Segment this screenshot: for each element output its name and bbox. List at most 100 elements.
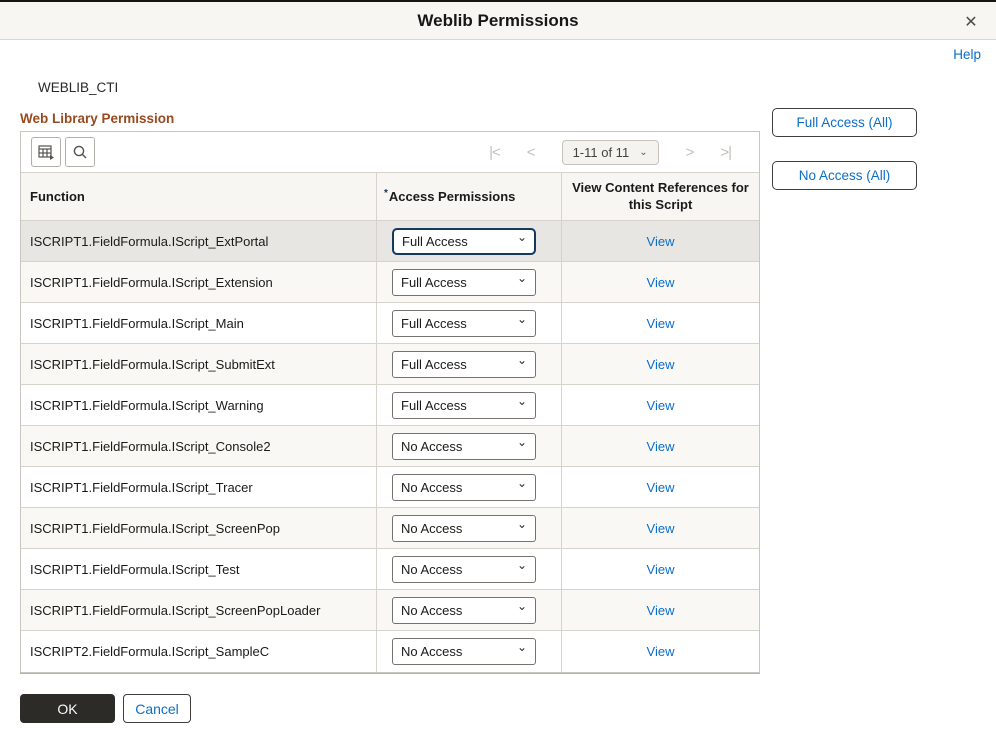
function-cell: ISCRIPT1.FieldFormula.IScript_ScreenPopL… bbox=[21, 590, 376, 630]
access-cell: No Access bbox=[376, 467, 561, 507]
access-permission-select[interactable]: No Access bbox=[392, 597, 536, 624]
view-cell: View bbox=[561, 590, 759, 630]
access-permission-select[interactable]: Full Access bbox=[392, 310, 536, 337]
function-cell: ISCRIPT1.FieldFormula.IScript_Test bbox=[21, 549, 376, 589]
view-cell: View bbox=[561, 508, 759, 548]
header-function: Function bbox=[21, 173, 376, 220]
access-permission-select[interactable]: Full Access bbox=[392, 228, 536, 255]
access-select-wrap: No Access bbox=[392, 556, 536, 583]
table-row: ISCRIPT1.FieldFormula.IScript_Console2 N… bbox=[21, 426, 759, 467]
access-permission-select[interactable]: No Access bbox=[392, 515, 536, 542]
view-cell: View bbox=[561, 262, 759, 302]
pagination-range-label: 1-11 of 11 bbox=[573, 145, 630, 160]
full-access-all-button[interactable]: Full Access (All) bbox=[772, 108, 917, 137]
access-cell: No Access bbox=[376, 508, 561, 548]
view-cell: View bbox=[561, 221, 759, 261]
section-title: Web Library Permission bbox=[20, 111, 174, 126]
access-cell: No Access bbox=[376, 590, 561, 630]
ok-button[interactable]: OK bbox=[20, 694, 115, 723]
view-link[interactable]: View bbox=[647, 562, 675, 577]
function-cell: ISCRIPT1.FieldFormula.IScript_Main bbox=[21, 303, 376, 343]
table-row: ISCRIPT1.FieldFormula.IScript_Extension … bbox=[21, 262, 759, 303]
access-cell: No Access bbox=[376, 631, 561, 672]
pagination-next-icon[interactable]: > bbox=[686, 144, 694, 161]
access-select-wrap: No Access bbox=[392, 474, 536, 501]
view-cell: View bbox=[561, 426, 759, 466]
access-select-wrap: Full Access bbox=[392, 228, 536, 255]
header-access-label: Access Permissions bbox=[389, 189, 515, 204]
view-link[interactable]: View bbox=[647, 398, 675, 413]
grid-search-button[interactable] bbox=[65, 137, 95, 167]
access-permission-select[interactable]: No Access bbox=[392, 638, 536, 665]
view-link[interactable]: View bbox=[647, 275, 675, 290]
access-cell: Full Access bbox=[376, 221, 561, 261]
function-cell: ISCRIPT1.FieldFormula.IScript_ExtPortal bbox=[21, 221, 376, 261]
access-permission-select[interactable]: Full Access bbox=[392, 392, 536, 419]
function-cell: ISCRIPT1.FieldFormula.IScript_ScreenPop bbox=[21, 508, 376, 548]
view-link[interactable]: View bbox=[647, 316, 675, 331]
table-row: ISCRIPT1.FieldFormula.IScript_SubmitExt … bbox=[21, 344, 759, 385]
pagination-prev-icon[interactable]: < bbox=[527, 144, 535, 161]
access-cell: No Access bbox=[376, 426, 561, 466]
access-cell: Full Access bbox=[376, 303, 561, 343]
dialog-title: Weblib Permissions bbox=[417, 11, 578, 31]
help-link[interactable]: Help bbox=[953, 47, 981, 62]
pagination-first-icon[interactable]: |< bbox=[489, 144, 500, 161]
chevron-down-icon: ⌄ bbox=[639, 147, 647, 158]
no-access-all-button[interactable]: No Access (All) bbox=[772, 161, 917, 190]
view-link[interactable]: View bbox=[647, 234, 675, 249]
table-row: ISCRIPT1.FieldFormula.IScript_ExtPortal … bbox=[21, 221, 759, 262]
access-permission-select[interactable]: No Access bbox=[392, 556, 536, 583]
table-row: ISCRIPT1.FieldFormula.IScript_Tracer No … bbox=[21, 467, 759, 508]
access-permission-select[interactable]: No Access bbox=[392, 433, 536, 460]
pagination-last-icon[interactable]: >| bbox=[720, 144, 731, 161]
access-select-wrap: Full Access bbox=[392, 310, 536, 337]
view-cell: View bbox=[561, 385, 759, 425]
view-link[interactable]: View bbox=[647, 480, 675, 495]
view-cell: View bbox=[561, 344, 759, 384]
function-cell: ISCRIPT1.FieldFormula.IScript_Extension bbox=[21, 262, 376, 302]
function-cell: ISCRIPT1.FieldFormula.IScript_Warning bbox=[21, 385, 376, 425]
access-select-wrap: Full Access bbox=[392, 392, 536, 419]
dialog-titlebar: Weblib Permissions ✕ bbox=[0, 0, 996, 40]
grid-action-menu-button[interactable] bbox=[31, 137, 61, 167]
function-cell: ISCRIPT1.FieldFormula.IScript_Console2 bbox=[21, 426, 376, 466]
search-icon bbox=[72, 144, 88, 160]
grid-header-row: Function * Access Permissions View Conte… bbox=[21, 173, 759, 221]
header-view-content-refs: View Content References for this Script bbox=[561, 173, 759, 220]
access-cell: Full Access bbox=[376, 262, 561, 302]
function-cell: ISCRIPT1.FieldFormula.IScript_SubmitExt bbox=[21, 344, 376, 384]
access-cell: Full Access bbox=[376, 344, 561, 384]
table-row: ISCRIPT1.FieldFormula.IScript_Warning Fu… bbox=[21, 385, 759, 426]
access-permission-select[interactable]: Full Access bbox=[392, 351, 536, 378]
grid-body: ISCRIPT1.FieldFormula.IScript_ExtPortal … bbox=[21, 221, 759, 672]
table-row: ISCRIPT1.FieldFormula.IScript_ScreenPop … bbox=[21, 508, 759, 549]
permissions-grid: |< < 1-11 of 11 ⌄ > >| Function * Access… bbox=[20, 131, 760, 673]
required-marker: * bbox=[384, 188, 388, 199]
access-cell: No Access bbox=[376, 549, 561, 589]
view-link[interactable]: View bbox=[647, 603, 675, 618]
header-access-permissions: * Access Permissions bbox=[376, 173, 561, 220]
grid-pagination: |< < 1-11 of 11 ⌄ > >| bbox=[489, 140, 753, 165]
access-permission-select[interactable]: Full Access bbox=[392, 269, 536, 296]
cancel-button[interactable]: Cancel bbox=[123, 694, 191, 723]
access-select-wrap: Full Access bbox=[392, 351, 536, 378]
view-link[interactable]: View bbox=[647, 439, 675, 454]
view-cell: View bbox=[561, 549, 759, 589]
view-link[interactable]: View bbox=[647, 357, 675, 372]
view-cell: View bbox=[561, 631, 759, 672]
pagination-range-select[interactable]: 1-11 of 11 ⌄ bbox=[562, 140, 659, 165]
access-permission-select[interactable]: No Access bbox=[392, 474, 536, 501]
weblib-name-label: WEBLIB_CTI bbox=[38, 80, 118, 95]
view-cell: View bbox=[561, 303, 759, 343]
access-select-wrap: No Access bbox=[392, 515, 536, 542]
close-icon[interactable]: ✕ bbox=[960, 11, 982, 33]
access-cell: Full Access bbox=[376, 385, 561, 425]
view-link[interactable]: View bbox=[647, 644, 675, 659]
function-cell: ISCRIPT1.FieldFormula.IScript_Tracer bbox=[21, 467, 376, 507]
table-row: ISCRIPT1.FieldFormula.IScript_Test No Ac… bbox=[21, 549, 759, 590]
table-row: ISCRIPT2.FieldFormula.IScript_SampleC No… bbox=[21, 631, 759, 672]
view-link[interactable]: View bbox=[647, 521, 675, 536]
access-select-wrap: No Access bbox=[392, 638, 536, 665]
grid-toolbar: |< < 1-11 of 11 ⌄ > >| bbox=[21, 132, 759, 173]
